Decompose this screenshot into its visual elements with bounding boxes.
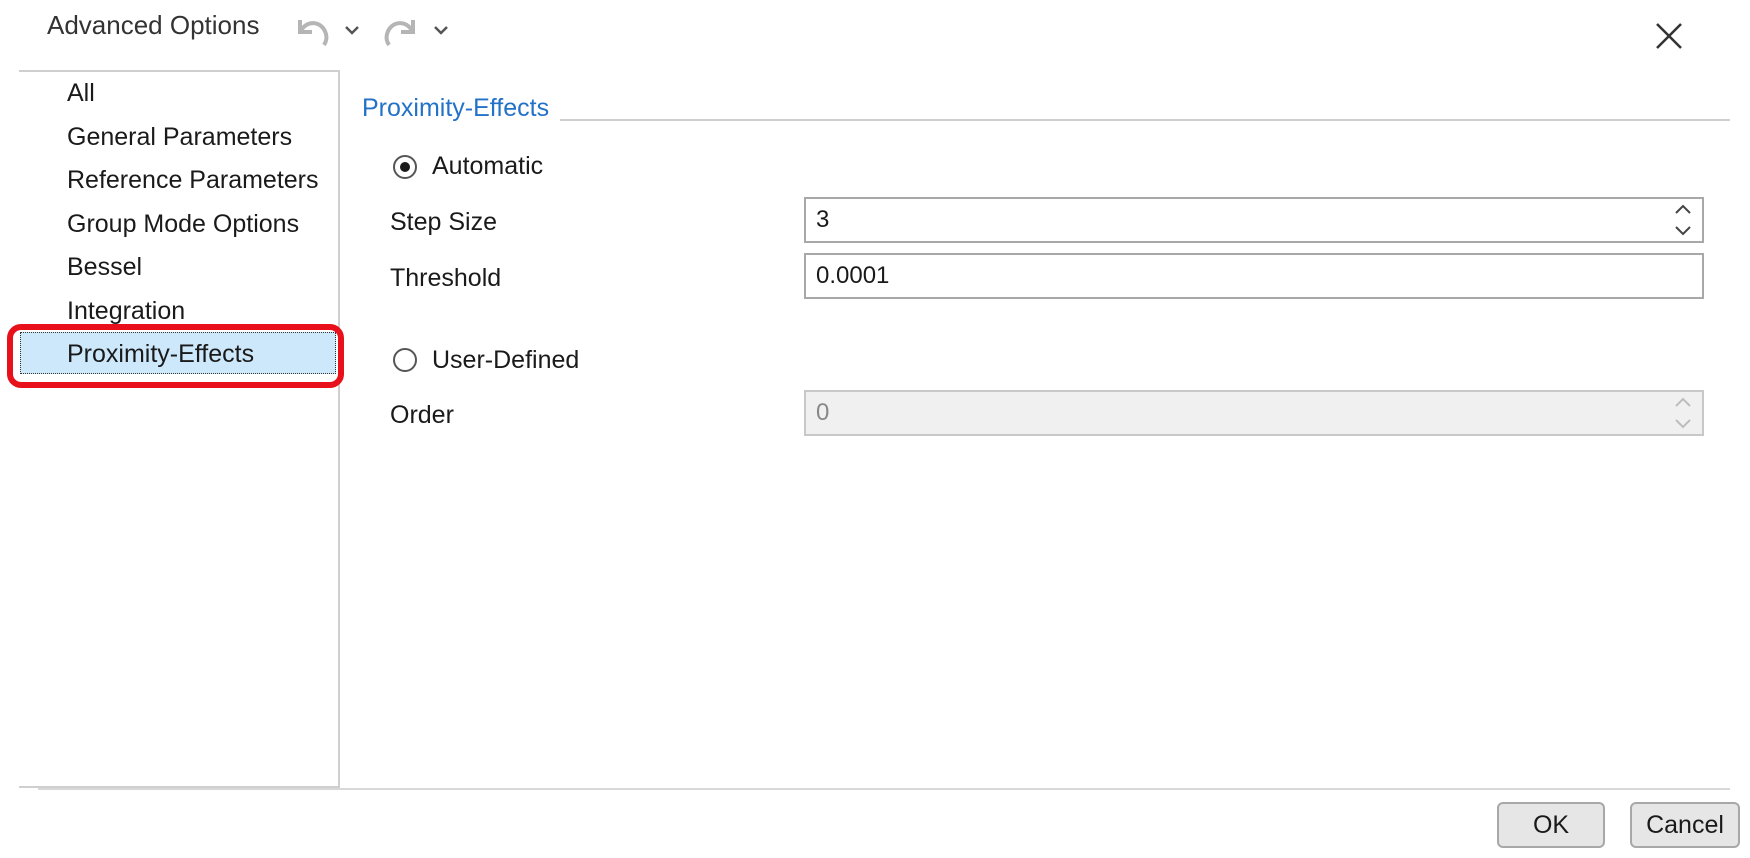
order-label: Order <box>390 401 454 429</box>
close-button[interactable] <box>1645 12 1693 60</box>
order-value: 0 <box>816 399 830 426</box>
undo-button[interactable] <box>292 10 332 50</box>
chevron-down-icon <box>345 26 359 35</box>
selection-highlight-annotation <box>7 324 344 388</box>
nav-item-bessel[interactable]: Bessel <box>67 247 142 287</box>
threshold-input[interactable]: 0.0001 <box>804 253 1704 299</box>
window-title: Advanced Options <box>47 10 260 40</box>
ok-button[interactable]: OK <box>1497 802 1605 848</box>
group-divider <box>560 119 1730 121</box>
undo-dropdown[interactable] <box>343 10 361 50</box>
nav-item-all[interactable]: All <box>67 73 95 113</box>
step-size-label: Step Size <box>390 208 498 236</box>
nav-item-group-mode-options[interactable]: Group Mode Options <box>67 204 299 244</box>
user-defined-radio[interactable] <box>393 348 417 372</box>
redo-button[interactable] <box>381 10 421 50</box>
nav-item-reference-parameters[interactable]: Reference Parameters <box>67 160 319 200</box>
user-defined-label: User-Defined <box>432 346 580 374</box>
footer-divider <box>38 788 1730 790</box>
redo-dropdown[interactable] <box>432 10 450 50</box>
nav-item-general-parameters[interactable]: General Parameters <box>67 117 292 157</box>
threshold-value: 0.0001 <box>816 262 890 289</box>
automatic-radio[interactable] <box>393 155 417 179</box>
spinner-arrows-icon[interactable] <box>1672 201 1694 239</box>
redo-icon <box>384 20 415 47</box>
step-size-value: 3 <box>816 206 830 233</box>
order-input[interactable]: 0 <box>804 390 1704 436</box>
group-title: Proximity-Effects <box>362 94 560 123</box>
step-size-input[interactable]: 3 <box>804 197 1704 243</box>
spinner-arrows-icon[interactable] <box>1672 394 1694 432</box>
threshold-label: Threshold <box>390 264 502 292</box>
close-icon <box>1656 23 1682 49</box>
cancel-button[interactable]: Cancel <box>1630 802 1740 848</box>
undo-icon <box>298 20 329 47</box>
automatic-label: Automatic <box>432 152 544 180</box>
chevron-down-icon <box>434 26 448 35</box>
